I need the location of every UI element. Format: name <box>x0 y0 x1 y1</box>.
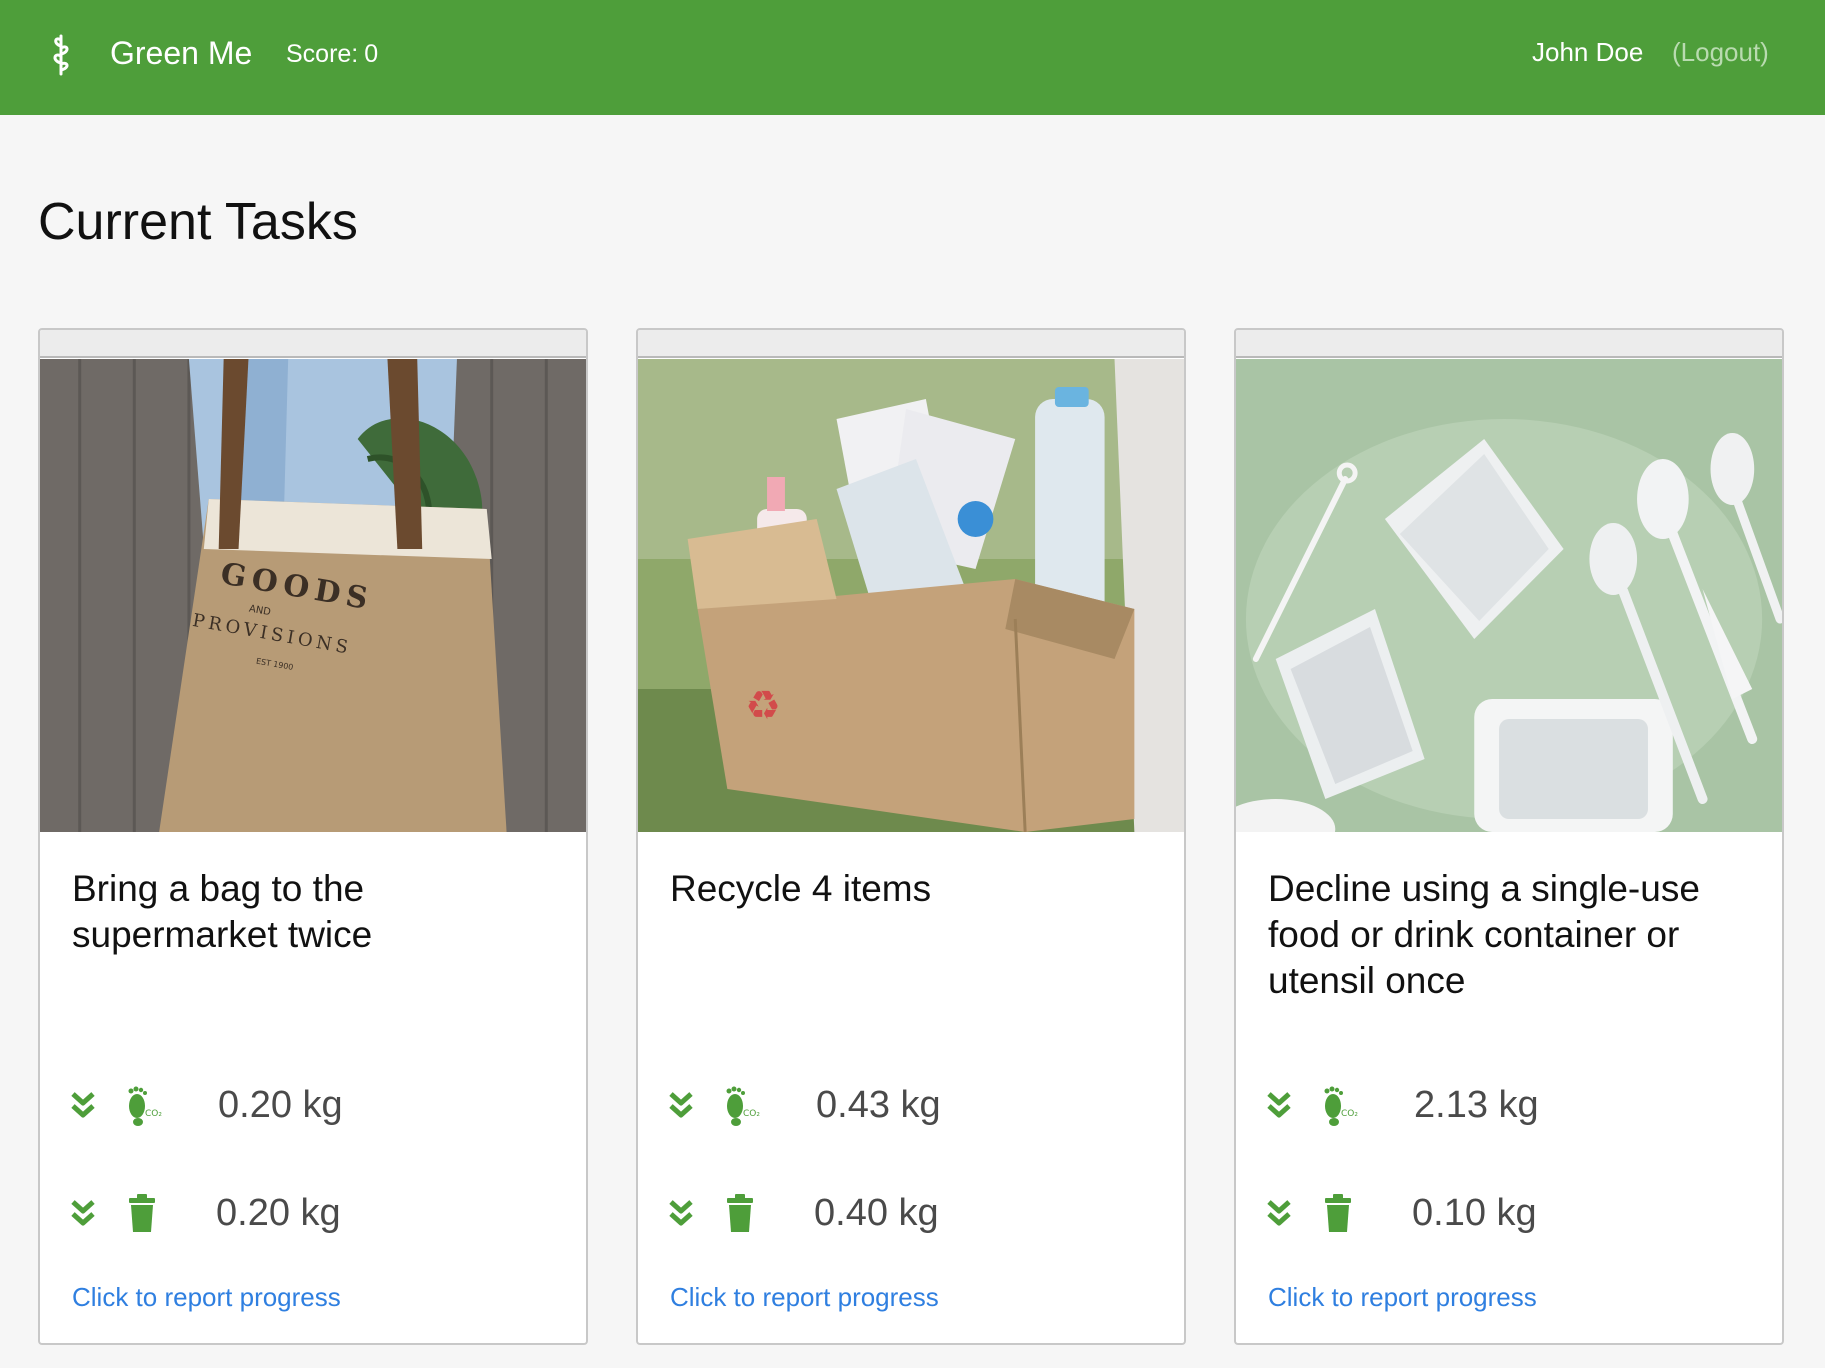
co2-saving-value: 2.13 kg <box>1414 1084 1539 1126</box>
report-progress-link[interactable]: Click to report progress <box>72 1280 341 1314</box>
svg-text:♻: ♻ <box>745 683 781 729</box>
double-chevron-down-icon <box>1267 1200 1291 1226</box>
svg-text:CO₂: CO₂ <box>1341 1109 1358 1119</box>
page-title: Current Tasks <box>38 193 358 251</box>
co2-saving-value: 0.20 kg <box>218 1084 343 1126</box>
task-title: Decline using a single-use food or drink… <box>1268 868 1700 1001</box>
double-chevron-down-icon <box>71 1200 95 1226</box>
co2-saving-row: CO₂ 0.20 kg <box>70 1080 550 1130</box>
waste-saving-row: 0.20 kg <box>70 1188 550 1238</box>
waste-saving-value: 0.40 kg <box>814 1192 939 1234</box>
trash-icon <box>129 1194 155 1232</box>
co2-footprint-icon: CO₂ <box>726 1086 760 1126</box>
co2-footprint-icon: CO₂ <box>1324 1086 1358 1126</box>
task-card[interactable]: ♻ Recycle 4 items CO₂ 0.43 kg 0.40 kg Cl… <box>636 328 1186 1345</box>
report-progress-link[interactable]: Click to report progress <box>1268 1280 1537 1314</box>
score-value: 0 <box>364 40 379 68</box>
tote-bag-photo: GOODS AND PROVISIONS EST 1900 <box>40 359 586 832</box>
double-chevron-down-icon <box>669 1200 693 1226</box>
co2-saving-row: CO₂ 0.43 kg <box>668 1080 1148 1130</box>
card-top-strip <box>638 330 1184 358</box>
plastic-utensils-photo <box>1236 359 1782 832</box>
score-display: Score: 0 <box>286 38 378 70</box>
waste-saving-value: 0.10 kg <box>1412 1192 1537 1234</box>
co2-saving-row: CO₂ 2.13 kg <box>1266 1080 1746 1130</box>
score-label: Score: <box>286 40 359 68</box>
double-chevron-down-icon <box>1267 1092 1291 1118</box>
task-card[interactable]: Decline using a single-use food or drink… <box>1234 328 1784 1345</box>
sprout-icon[interactable] <box>44 30 78 78</box>
co2-footprint-icon: CO₂ <box>128 1086 162 1126</box>
waste-saving-row: 0.10 kg <box>1266 1188 1746 1238</box>
waste-saving-value: 0.20 kg <box>216 1192 341 1234</box>
waste-saving-row: 0.40 kg <box>668 1188 1148 1238</box>
user-name: John Doe <box>1532 37 1644 67</box>
double-chevron-down-icon <box>71 1092 95 1118</box>
card-top-strip <box>1236 330 1782 358</box>
task-title: Recycle 4 items <box>670 868 932 909</box>
svg-text:CO₂: CO₂ <box>743 1109 760 1119</box>
card-top-strip <box>40 330 586 358</box>
top-navbar: Green Me Score: 0 John Doe (Logout) <box>0 0 1825 115</box>
brand-name[interactable]: Green Me <box>110 33 252 73</box>
task-title: Bring a bag to the supermarket twice <box>72 868 373 955</box>
double-chevron-down-icon <box>669 1092 693 1118</box>
report-progress-link[interactable]: Click to report progress <box>670 1280 939 1314</box>
trash-icon <box>727 1194 753 1232</box>
task-card[interactable]: GOODS AND PROVISIONS EST 1900 Bring a ba… <box>38 328 588 1345</box>
logout-link[interactable]: (Logout) <box>1672 36 1769 68</box>
co2-saving-value: 0.43 kg <box>816 1084 941 1126</box>
trash-icon <box>1325 1194 1351 1232</box>
svg-text:CO₂: CO₂ <box>145 1109 162 1119</box>
recycling-box-photo: ♻ <box>638 359 1184 832</box>
